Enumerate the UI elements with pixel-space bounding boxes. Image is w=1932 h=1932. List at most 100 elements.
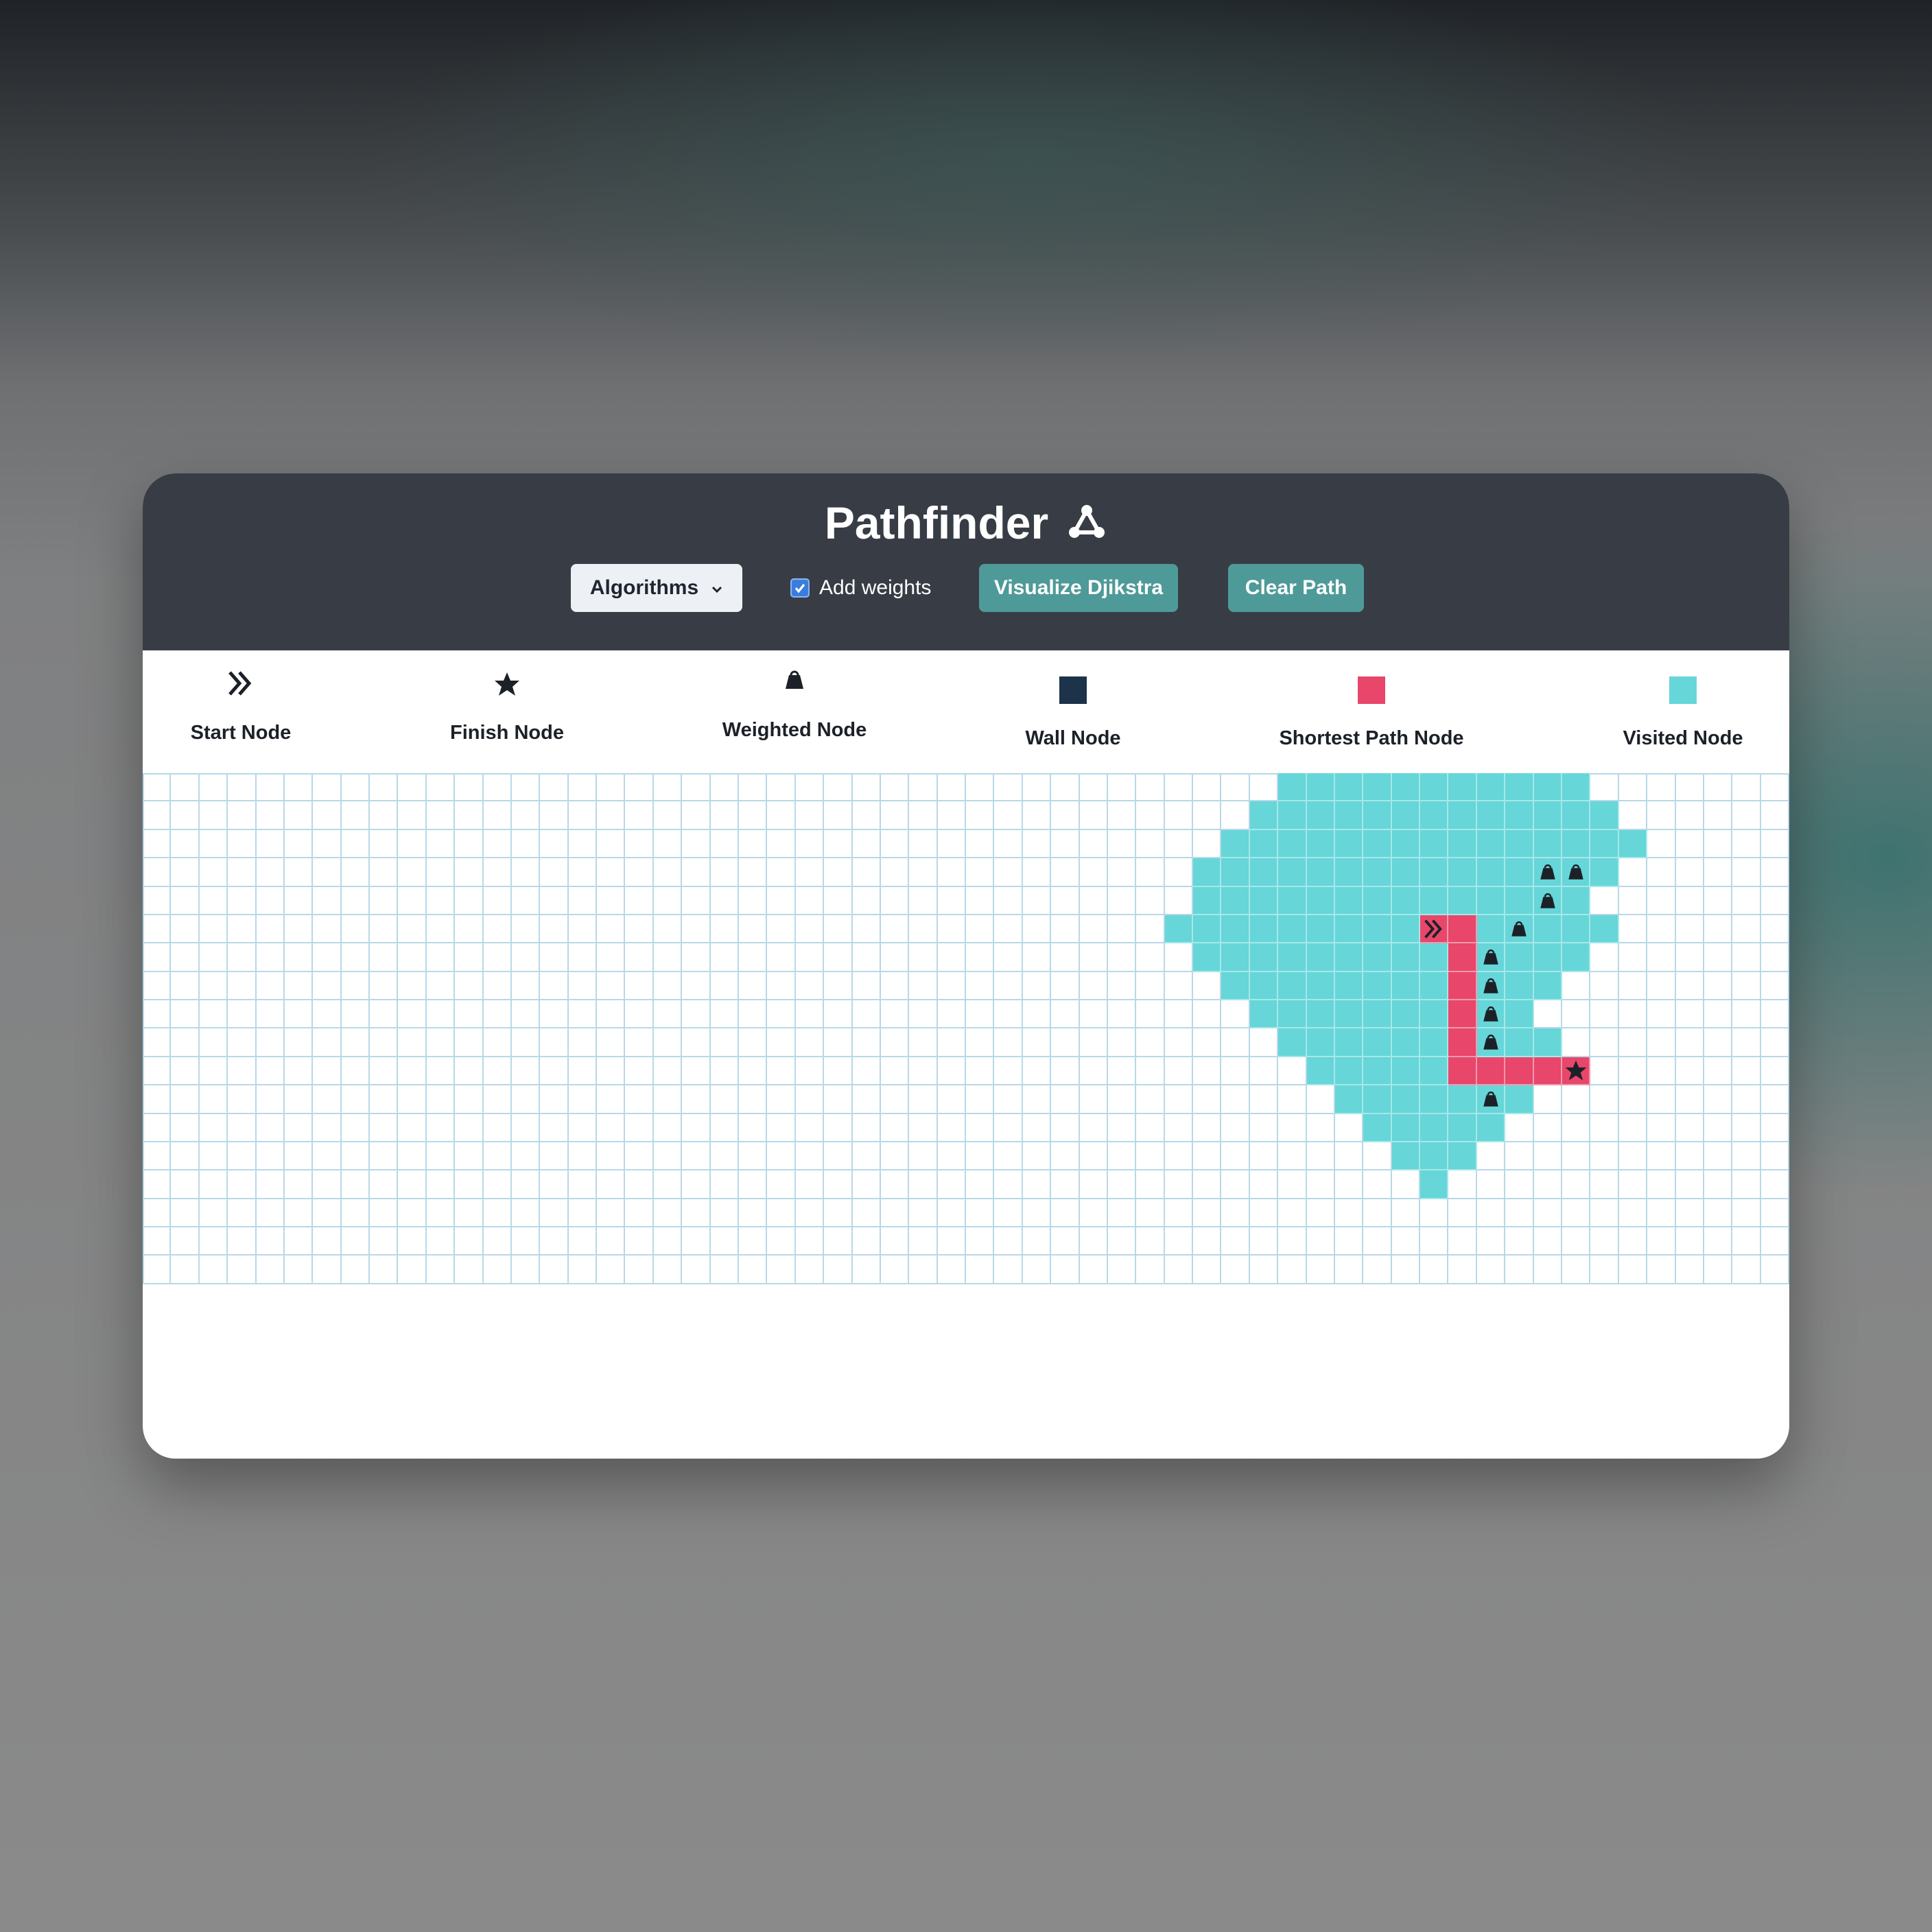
grid-cell[interactable]	[1136, 943, 1165, 972]
grid-cell[interactable]	[228, 1000, 257, 1028]
grid-cell[interactable]	[909, 1114, 938, 1142]
grid-cell-visited[interactable]	[1335, 887, 1363, 915]
grid-cell[interactable]	[398, 858, 427, 887]
grid-cell[interactable]	[1761, 1256, 1789, 1284]
grid-cell[interactable]	[1619, 1142, 1647, 1170]
grid-cell-visited[interactable]	[1278, 972, 1307, 1000]
grid-cell-visited[interactable]	[1534, 915, 1562, 943]
grid-cell[interactable]	[938, 1028, 966, 1057]
grid-cell[interactable]	[1761, 1000, 1789, 1028]
grid-cell[interactable]	[1562, 1199, 1590, 1227]
grid-cell[interactable]	[1307, 1199, 1335, 1227]
grid-cell[interactable]	[257, 1085, 285, 1114]
grid-cell[interactable]	[654, 972, 682, 1000]
grid-cell[interactable]	[1165, 830, 1193, 858]
grid-cell[interactable]	[1534, 1085, 1562, 1114]
grid-cell[interactable]	[625, 773, 654, 801]
grid-cell-visited[interactable]	[1477, 915, 1505, 943]
grid-cell-visited[interactable]	[1392, 1028, 1420, 1057]
grid-cell[interactable]	[654, 1000, 682, 1028]
grid-cell[interactable]	[1051, 858, 1080, 887]
grid-cell[interactable]	[1165, 1085, 1193, 1114]
grid-cell[interactable]	[966, 773, 994, 801]
grid-cell[interactable]	[796, 1227, 824, 1256]
grid-cell[interactable]	[398, 830, 427, 858]
grid-cell[interactable]	[682, 943, 711, 972]
grid-cell[interactable]	[342, 1000, 370, 1028]
grid-cell-shortest-path[interactable]	[1448, 1057, 1477, 1085]
grid-cell[interactable]	[824, 1085, 853, 1114]
grid-cell[interactable]	[171, 830, 200, 858]
grid-cell[interactable]	[909, 830, 938, 858]
grid-cell[interactable]	[1619, 801, 1647, 830]
grid-cell[interactable]	[398, 972, 427, 1000]
grid-cell[interactable]	[824, 858, 853, 887]
grid-cell[interactable]	[370, 1000, 398, 1028]
grid-cell[interactable]	[1619, 1114, 1647, 1142]
grid-cell[interactable]	[313, 972, 342, 1000]
grid-cell[interactable]	[938, 1057, 966, 1085]
grid-cell-visited[interactable]	[1505, 943, 1534, 972]
visualize-button[interactable]: Visualize Djikstra	[979, 564, 1178, 612]
grid-cell[interactable]	[1136, 1085, 1165, 1114]
grid-cell[interactable]	[1080, 1256, 1108, 1284]
grid-cell[interactable]	[171, 972, 200, 1000]
grid-cell[interactable]	[966, 943, 994, 972]
grid-cell[interactable]	[654, 773, 682, 801]
grid-cell[interactable]	[398, 1085, 427, 1114]
grid-cell[interactable]	[1165, 1114, 1193, 1142]
grid-cell[interactable]	[654, 943, 682, 972]
grid-cell[interactable]	[1250, 1142, 1278, 1170]
grid-cell[interactable]	[455, 1142, 484, 1170]
grid-cell[interactable]	[1676, 1000, 1704, 1028]
grid-cell-visited[interactable]	[1335, 801, 1363, 830]
grid-cell[interactable]	[1221, 1028, 1250, 1057]
grid-cell[interactable]	[398, 801, 427, 830]
grid-cell[interactable]	[1761, 887, 1789, 915]
grid-cell[interactable]	[484, 1114, 512, 1142]
grid-cell[interactable]	[455, 1227, 484, 1256]
grid-cell[interactable]	[682, 1000, 711, 1028]
grid-cell[interactable]	[370, 887, 398, 915]
grid-cell[interactable]	[966, 1057, 994, 1085]
grid-cell[interactable]	[1477, 1256, 1505, 1284]
grid-cell[interactable]	[1761, 1028, 1789, 1057]
grid-cell[interactable]	[1080, 773, 1108, 801]
grid-cell-visited[interactable]	[1505, 887, 1534, 915]
grid-cell[interactable]	[427, 1142, 455, 1170]
grid-cell-visited[interactable]	[1363, 887, 1392, 915]
grid-cell[interactable]	[1562, 1028, 1590, 1057]
grid-cell[interactable]	[654, 915, 682, 943]
grid-cell[interactable]	[1761, 830, 1789, 858]
grid-cell[interactable]	[1676, 773, 1704, 801]
grid-cell[interactable]	[285, 1256, 313, 1284]
grid-cell[interactable]	[625, 1256, 654, 1284]
grid-cell[interactable]	[1732, 1057, 1761, 1085]
grid-cell[interactable]	[370, 858, 398, 887]
grid-cell[interactable]	[200, 1000, 228, 1028]
grid-cell[interactable]	[540, 830, 569, 858]
grid-cell-visited[interactable]	[1278, 773, 1307, 801]
grid-cell[interactable]	[1647, 972, 1676, 1000]
grid-cell[interactable]	[909, 801, 938, 830]
grid-cell-shortest-path[interactable]	[1448, 943, 1477, 972]
grid-cell[interactable]	[597, 1256, 625, 1284]
grid-cell[interactable]	[427, 1057, 455, 1085]
grid-cell[interactable]	[597, 972, 625, 1000]
grid-cell[interactable]	[285, 943, 313, 972]
grid-cell[interactable]	[1221, 801, 1250, 830]
grid-cell[interactable]	[938, 1227, 966, 1256]
grid-cell[interactable]	[569, 1028, 597, 1057]
grid-cell[interactable]	[285, 1142, 313, 1170]
grid-cell[interactable]	[796, 858, 824, 887]
grid-cell[interactable]	[228, 972, 257, 1000]
grid-cell-visited[interactable]	[1477, 887, 1505, 915]
grid-cell[interactable]	[569, 773, 597, 801]
grid-cell[interactable]	[1590, 1170, 1619, 1199]
grid-cell[interactable]	[1392, 1199, 1420, 1227]
grid-cell-visited[interactable]	[1590, 858, 1619, 887]
grid-cell[interactable]	[1023, 1085, 1051, 1114]
grid-cell-visited[interactable]	[1250, 801, 1278, 830]
grid-cell[interactable]	[1590, 1227, 1619, 1256]
grid-cell-visited[interactable]	[1562, 801, 1590, 830]
